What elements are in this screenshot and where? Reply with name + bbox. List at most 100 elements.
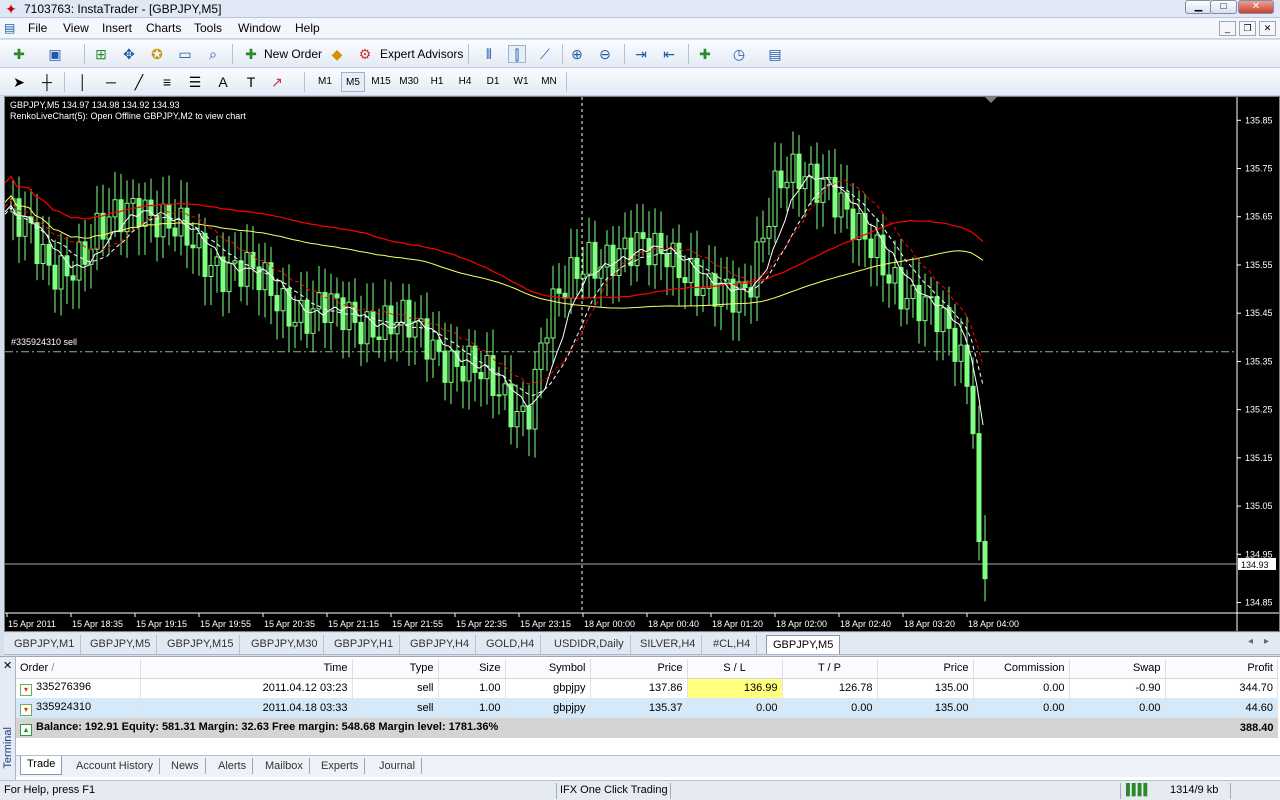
size-cell: 1.00 xyxy=(438,678,506,698)
tab-mailbox[interactable]: Mailbox xyxy=(259,758,310,774)
auto-scroll-icon[interactable]: ⇥ xyxy=(632,45,650,63)
vertical-line-icon[interactable]: │ xyxy=(74,73,92,91)
table-row[interactable]: ▾ 335276396 2011.04.12 03:23 sell 1.00 gb… xyxy=(16,678,1278,698)
strategy-tester-icon[interactable]: ⌕ xyxy=(204,45,222,63)
menu-help[interactable]: Help xyxy=(295,21,320,35)
candle xyxy=(694,257,700,296)
tab-scroll-left-icon[interactable]: ◂ xyxy=(1248,636,1253,647)
chart-tab[interactable]: GBPJPY,H1 xyxy=(328,635,401,654)
timeframe-m15[interactable]: M15 xyxy=(369,72,393,92)
chart-tab[interactable]: GBPJPY,M30 xyxy=(245,635,325,654)
chart-tab[interactable]: GBPJPY,M5 xyxy=(84,635,158,654)
time-label: 15 Apr 2011 xyxy=(8,619,56,629)
candle xyxy=(430,339,436,360)
crosshair-icon[interactable]: ┼ xyxy=(38,73,56,91)
zoom-in-icon[interactable]: ⊕ xyxy=(568,45,586,63)
timeframe-d1[interactable]: D1 xyxy=(481,72,505,92)
chart-tab-active[interactable]: GBPJPY,M5 xyxy=(766,635,841,654)
tab-alerts[interactable]: Alerts xyxy=(212,758,254,774)
col-order[interactable]: Order / xyxy=(16,659,141,679)
navigator-icon[interactable]: ✥ xyxy=(120,45,138,63)
maximize-button[interactable]: □ xyxy=(1210,0,1237,14)
menu-file[interactable]: File xyxy=(28,21,47,35)
chart-canvas[interactable]: 135.85 135.75 135.65 135.55 135.45 135.35 135.… xyxy=(5,97,1279,631)
chart-shift-icon[interactable]: ⇤ xyxy=(660,45,678,63)
chart-tab[interactable]: GBPJPY,H4 xyxy=(404,635,477,654)
col-price[interactable]: Price xyxy=(590,659,688,679)
line-chart-icon[interactable]: ⟋ xyxy=(536,45,554,63)
tab-experts[interactable]: Experts xyxy=(315,758,366,774)
candle xyxy=(52,264,58,290)
col-tp[interactable]: T / P xyxy=(782,659,878,679)
arrows-icon[interactable]: ↗ xyxy=(268,73,286,91)
minimize-button[interactable]: ▁ xyxy=(1185,0,1212,14)
chart-tab[interactable]: #CL,H4 xyxy=(707,635,758,654)
text-icon[interactable]: A xyxy=(214,73,232,91)
col-symbol[interactable]: Symbol xyxy=(505,659,591,679)
templates-icon[interactable]: ▤ xyxy=(766,45,784,63)
close-button[interactable]: ✕ xyxy=(1238,0,1274,14)
col-current-price[interactable]: Price xyxy=(877,659,974,679)
timeframe-mn[interactable]: MN xyxy=(537,72,561,92)
tab-scroll-right-icon[interactable]: ▸ xyxy=(1264,636,1269,647)
timeframe-h1[interactable]: H1 xyxy=(425,72,449,92)
new-chart-icon[interactable]: ✚ xyxy=(10,45,28,63)
mdi-close-button[interactable]: ✕ xyxy=(1259,21,1276,36)
tab-trade[interactable]: Trade xyxy=(20,756,63,775)
chart-tab[interactable]: GOLD,H4 xyxy=(480,635,542,654)
cursor-icon[interactable]: ➤ xyxy=(10,73,28,91)
col-profit[interactable]: Profit xyxy=(1165,659,1278,679)
periods-icon[interactable]: ◷ xyxy=(730,45,748,63)
tab-account-history[interactable]: Account History xyxy=(70,758,161,774)
table-row[interactable]: ▾ 335924310 2011.04.18 03:33 sell 1.00 gb… xyxy=(16,698,1278,718)
col-sl[interactable]: S / L xyxy=(687,659,783,679)
col-type[interactable]: Type xyxy=(352,659,439,679)
chart-tab[interactable]: GBPJPY,M15 xyxy=(161,635,241,654)
menu-insert[interactable]: Insert xyxy=(102,21,132,35)
timeframe-m5[interactable]: M5 xyxy=(341,72,365,92)
col-swap[interactable]: Swap xyxy=(1069,659,1166,679)
bar-chart-icon[interactable]: ⫴ xyxy=(480,45,498,63)
indicators-icon[interactable]: ✚ xyxy=(696,45,714,63)
mdi-minimize-button[interactable]: _ xyxy=(1219,21,1236,36)
menu-charts[interactable]: Charts xyxy=(146,21,181,35)
chart-tab[interactable]: USDIDR,Daily xyxy=(548,635,631,654)
timeframe-w1[interactable]: W1 xyxy=(509,72,533,92)
text-label-icon[interactable]: T xyxy=(242,73,260,91)
mdi-doc-icon[interactable]: ▤ xyxy=(4,21,15,35)
timeframe-m1[interactable]: M1 xyxy=(313,72,337,92)
tab-news[interactable]: News xyxy=(165,758,206,774)
col-size[interactable]: Size xyxy=(438,659,506,679)
candle xyxy=(160,203,166,238)
tab-journal[interactable]: Journal xyxy=(373,758,423,774)
close-icon[interactable]: ✕ xyxy=(3,659,12,672)
horizontal-line-icon[interactable]: ─ xyxy=(102,73,120,91)
equidistant-channel-icon[interactable]: ≡ xyxy=(158,73,176,91)
timeframe-m30[interactable]: M30 xyxy=(397,72,421,92)
new-order-button[interactable]: New Order xyxy=(264,47,322,61)
expert-advisors-icon[interactable]: ⚙ xyxy=(356,45,374,63)
new-order-icon[interactable]: ✚ xyxy=(242,45,260,63)
menu-tools[interactable]: Tools xyxy=(194,21,222,35)
price-chart[interactable]: 135.85 135.75 135.65 135.55 135.45 135.35 135.… xyxy=(4,96,1280,632)
profiles-icon[interactable]: ▣ xyxy=(46,45,64,63)
mdi-restore-button[interactable]: ❐ xyxy=(1239,21,1256,36)
chart-tab[interactable]: SILVER,H4 xyxy=(634,635,703,654)
expert-advisors-button[interactable]: Expert Advisors xyxy=(380,47,463,61)
alert-icon[interactable]: ◆ xyxy=(328,45,346,63)
menu-view[interactable]: View xyxy=(63,21,89,35)
trendline-icon[interactable]: ╱ xyxy=(130,73,148,91)
market-watch-icon[interactable]: ⊞ xyxy=(92,45,110,63)
one-click-trading[interactable]: IFX One Click Trading xyxy=(560,784,668,796)
zoom-out-icon[interactable]: ⊖ xyxy=(596,45,614,63)
col-time[interactable]: Time xyxy=(140,659,353,679)
col-commission[interactable]: Commission xyxy=(973,659,1070,679)
fibonacci-icon[interactable]: ☰ xyxy=(186,73,204,91)
data-window-icon[interactable]: ✪ xyxy=(148,45,166,63)
profit-cell: 44.60 xyxy=(1165,698,1278,718)
menu-window[interactable]: Window xyxy=(238,21,281,35)
chart-tab[interactable]: GBPJPY,M1 xyxy=(8,635,82,654)
terminal-icon[interactable]: ▭ xyxy=(176,45,194,63)
candlestick-icon[interactable]: ⫿ xyxy=(508,45,526,63)
timeframe-h4[interactable]: H4 xyxy=(453,72,477,92)
